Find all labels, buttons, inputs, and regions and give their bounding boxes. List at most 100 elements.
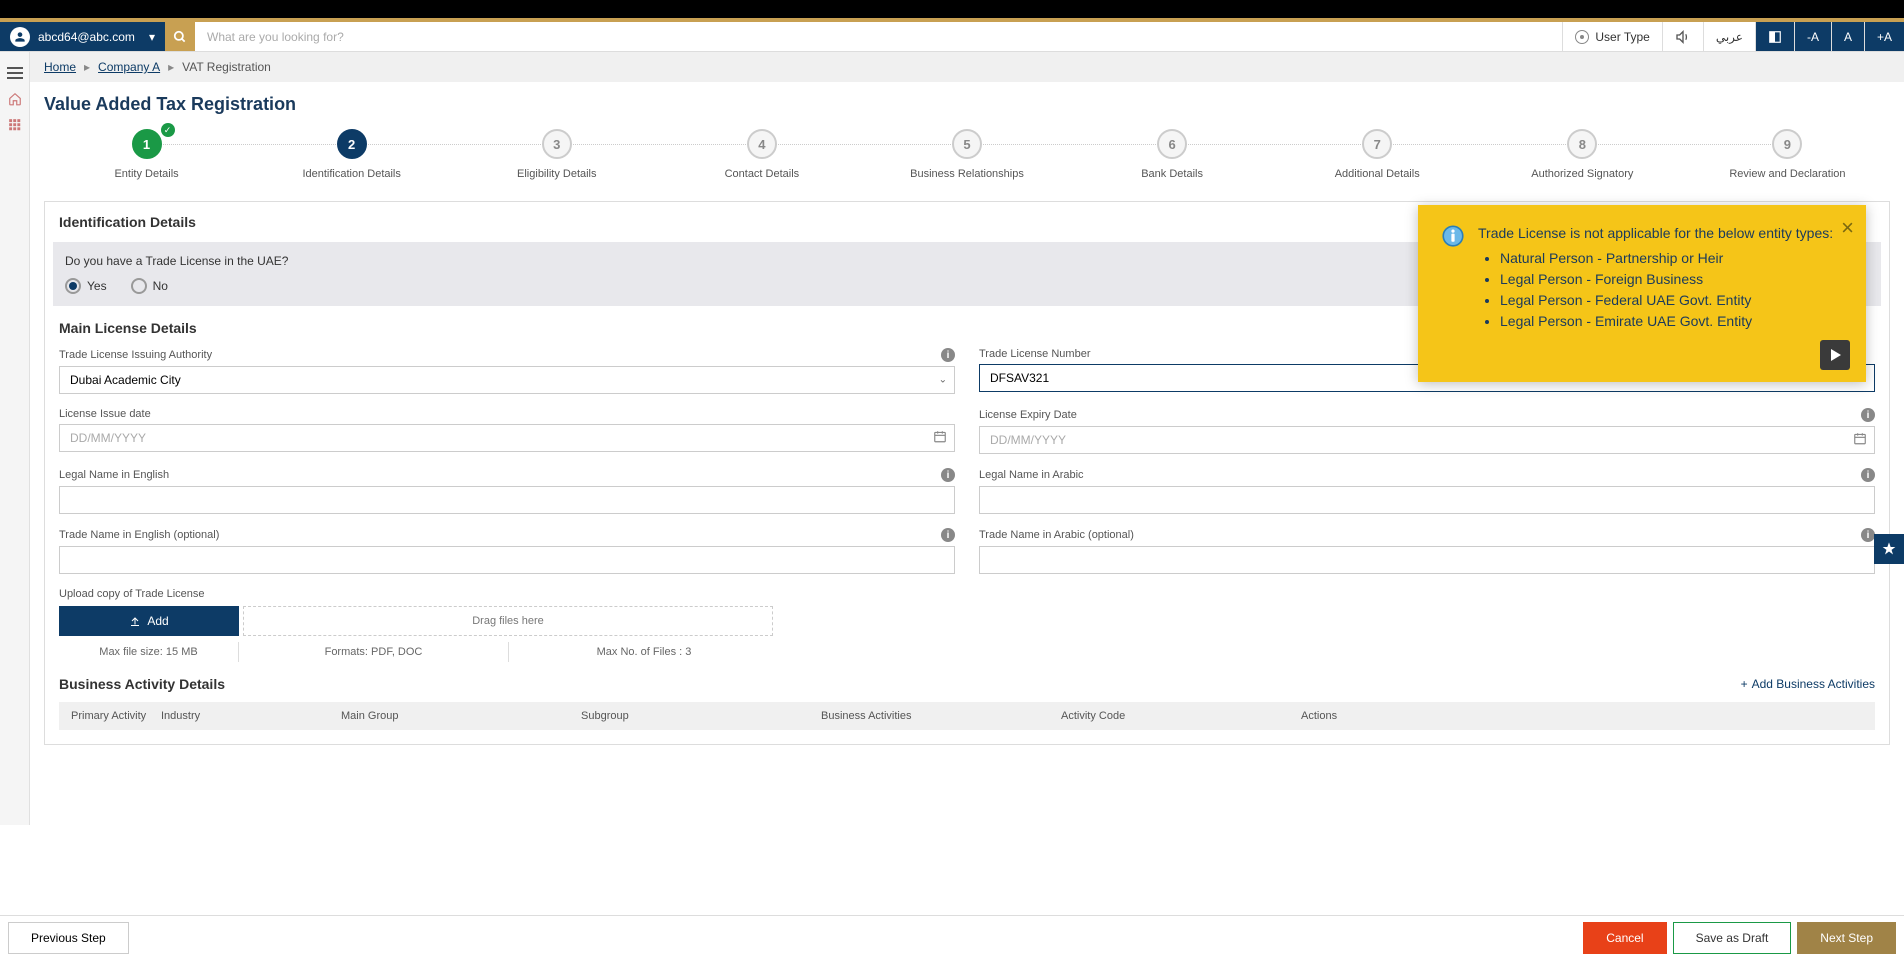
user-account-dropdown[interactable]: abcd64@abc.com ▾ — [0, 22, 165, 51]
upload-label: Upload copy of Trade License — [59, 588, 1875, 600]
step-identification[interactable]: 2 Identification Details — [249, 129, 454, 181]
tooltip-lead: Trade License is not applicable for the … — [1478, 223, 1833, 244]
issuing-authority-select[interactable] — [59, 366, 955, 394]
font-normal-button[interactable]: A — [1831, 22, 1864, 51]
info-icon[interactable]: i — [1861, 468, 1875, 482]
theme-toggle[interactable] — [1755, 22, 1794, 51]
radio-icon — [131, 278, 147, 294]
upload-hint-size: Max file size: 15 MB — [59, 642, 239, 662]
step-review[interactable]: 9 Review and Declaration — [1685, 129, 1890, 181]
search-icon — [173, 30, 187, 44]
tooltip-item: Legal Person - Foreign Business — [1500, 269, 1833, 290]
col-primary: Primary Activity — [71, 710, 161, 722]
biz-activity-table-header: Primary Activity Industry Main Group Sub… — [59, 702, 1875, 730]
info-icon[interactable]: i — [1861, 528, 1875, 542]
upload-hint-count: Max No. of Files : 3 — [509, 642, 779, 662]
add-business-activities-link[interactable]: + Add Business Activities — [1741, 677, 1875, 691]
speaker-icon — [1675, 29, 1691, 45]
radio-yes[interactable]: Yes — [65, 278, 107, 294]
step-contact[interactable]: 4 Contact Details — [659, 129, 864, 181]
col-activities: Business Activities — [821, 710, 1061, 722]
target-icon — [1575, 30, 1589, 44]
label-trade-en: Trade Name in English (optional) — [59, 529, 219, 541]
label-license-number: Trade License Number — [979, 348, 1090, 360]
chevron-down-icon: ⌄ — [939, 375, 947, 386]
save-draft-button[interactable]: Save as Draft — [1673, 922, 1792, 954]
home-icon — [8, 92, 22, 106]
breadcrumb: Home ▸ Company A ▸ VAT Registration — [30, 52, 1904, 82]
trade-name-ar-input[interactable] — [979, 546, 1875, 574]
breadcrumb-home[interactable]: Home — [44, 60, 76, 74]
upload-add-button[interactable]: Add — [59, 606, 239, 636]
step-additional[interactable]: 7 Additional Details — [1275, 129, 1480, 181]
file-drop-zone[interactable]: Drag files here — [243, 606, 773, 636]
breadcrumb-current: VAT Registration — [182, 60, 271, 74]
col-actions: Actions — [1301, 710, 1863, 722]
tooltip-item: Legal Person - Federal UAE Govt. Entity — [1500, 290, 1833, 311]
chevron-right-icon: ▸ — [84, 60, 90, 74]
user-type-button[interactable]: User Type — [1562, 22, 1661, 51]
info-tooltip-popup: × Trade License is not applicable for th… — [1418, 205, 1866, 382]
check-icon: ✓ — [161, 123, 175, 137]
previous-step-button[interactable]: Previous Step — [8, 922, 129, 954]
expiry-date-input[interactable] — [979, 426, 1875, 454]
info-icon[interactable]: i — [941, 348, 955, 362]
contrast-icon — [1768, 30, 1782, 44]
info-bubble-icon — [1440, 223, 1466, 249]
top-toolbar: abcd64@abc.com ▾ User Type عربي -A A +A — [0, 22, 1904, 52]
chevron-down-icon: ▾ — [149, 30, 155, 44]
step-bank[interactable]: 6 Bank Details — [1070, 129, 1275, 181]
col-main-group: Main Group — [341, 710, 581, 722]
info-icon[interactable]: i — [941, 528, 955, 542]
label-legal-en: Legal Name in English — [59, 469, 169, 481]
step-eligibility[interactable]: 3 Eligibility Details — [454, 129, 659, 181]
section-title-biz-activity: Business Activity Details — [59, 676, 225, 692]
grid-icon — [8, 118, 22, 132]
side-rail — [0, 52, 30, 825]
col-industry: Industry — [161, 710, 341, 722]
star-icon — [1881, 541, 1897, 557]
search-input[interactable] — [195, 30, 1562, 44]
step-entity-details[interactable]: ✓ 1 Entity Details — [44, 129, 249, 181]
language-toggle[interactable]: عربي — [1703, 22, 1755, 51]
apps-nav[interactable] — [0, 112, 29, 138]
wizard-footer: Previous Step Cancel Save as Draft Next … — [0, 915, 1904, 960]
label-expiry-date: License Expiry Date — [979, 409, 1077, 421]
audio-button[interactable] — [1662, 22, 1703, 51]
label-issue-date: License Issue date — [59, 408, 151, 420]
tooltip-item: Legal Person - Emirate UAE Govt. Entity — [1500, 311, 1833, 332]
page-title: Value Added Tax Registration — [44, 94, 1890, 115]
legal-name-ar-input[interactable] — [979, 486, 1875, 514]
col-subgroup: Subgroup — [581, 710, 821, 722]
font-decrease-button[interactable]: -A — [1794, 22, 1831, 51]
font-increase-button[interactable]: +A — [1864, 22, 1904, 51]
trade-name-en-input[interactable] — [59, 546, 955, 574]
label-issuing-authority: Trade License Issuing Authority — [59, 349, 212, 361]
progress-stepper: ✓ 1 Entity Details 2 Identification Deta… — [44, 129, 1890, 181]
play-button[interactable] — [1820, 340, 1850, 370]
breadcrumb-company[interactable]: Company A — [98, 60, 160, 74]
step-signatory[interactable]: 8 Authorized Signatory — [1480, 129, 1685, 181]
label-trade-ar: Trade Name in Arabic (optional) — [979, 529, 1134, 541]
radio-icon-selected — [65, 278, 81, 294]
upload-icon — [129, 615, 141, 627]
cancel-button[interactable]: Cancel — [1583, 922, 1666, 954]
home-nav[interactable] — [0, 86, 29, 112]
hamburger-icon — [7, 67, 23, 79]
user-type-label: User Type — [1595, 30, 1649, 44]
window-top-bar — [0, 0, 1904, 18]
next-step-button[interactable]: Next Step — [1797, 922, 1896, 954]
legal-name-en-input[interactable] — [59, 486, 955, 514]
user-avatar-icon — [10, 27, 30, 47]
close-icon[interactable]: × — [1841, 215, 1854, 241]
step-business-rel[interactable]: 5 Business Relationships — [864, 129, 1069, 181]
issue-date-input[interactable] — [59, 424, 955, 452]
feedback-tab[interactable] — [1874, 534, 1904, 564]
tooltip-item: Natural Person - Partnership or Heir — [1500, 248, 1833, 269]
chevron-right-icon: ▸ — [168, 60, 174, 74]
radio-no[interactable]: No — [131, 278, 168, 294]
menu-toggle[interactable] — [0, 60, 29, 86]
info-icon[interactable]: i — [1861, 408, 1875, 422]
info-icon[interactable]: i — [941, 468, 955, 482]
search-button[interactable] — [165, 22, 195, 51]
